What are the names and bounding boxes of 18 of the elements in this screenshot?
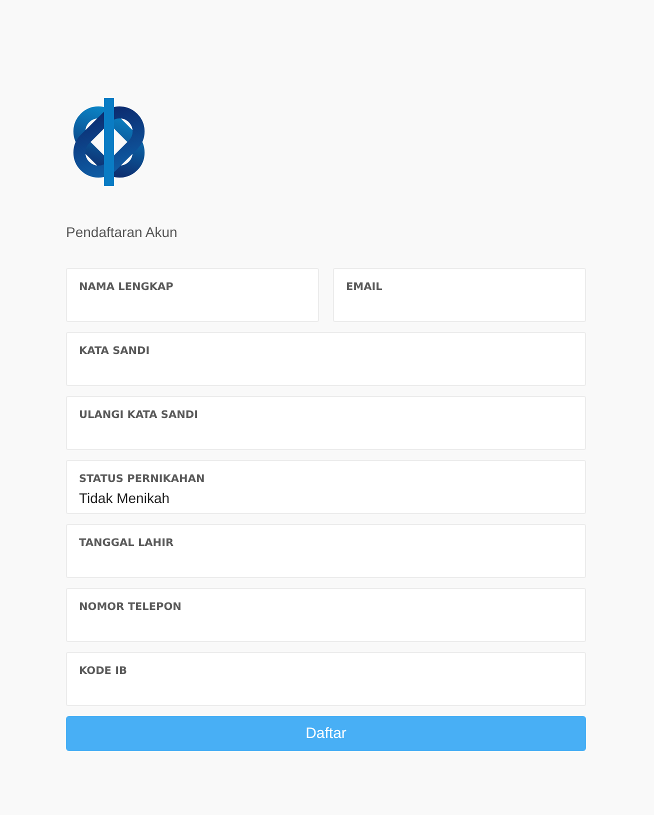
field-label: NOMOR TELEPON (79, 601, 182, 614)
input-field[interactable]: NAMA LENGKAP (66, 268, 319, 322)
field-label: NAMA LENGKAP (79, 281, 174, 294)
field-label: EMAIL (346, 281, 384, 294)
input-field[interactable]: ULANGI KATA SANDI (66, 396, 586, 450)
field-label: KATA SANDI (79, 345, 151, 358)
input-field[interactable]: TANGGAL LAHIR (66, 524, 586, 578)
input-field[interactable]: NOMOR TELEPON (66, 588, 586, 642)
page-heading: Pendaftaran Akun (66, 224, 178, 240)
field-label: KODE IB (79, 665, 128, 678)
input-field[interactable]: EMAIL (333, 268, 586, 322)
input-field[interactable]: KODE IB (66, 652, 586, 706)
field-value: Tidak Menikah (79, 490, 171, 506)
input-field[interactable]: STATUS PERNIKAHAN Tidak Menikah (66, 460, 586, 514)
field-label: TANGGAL LAHIR (79, 537, 175, 550)
field-label: STATUS PERNIKAHAN (79, 473, 206, 486)
field-label: ULANGI KATA SANDI (79, 409, 199, 422)
input-field[interactable]: KATA SANDI (66, 332, 586, 386)
